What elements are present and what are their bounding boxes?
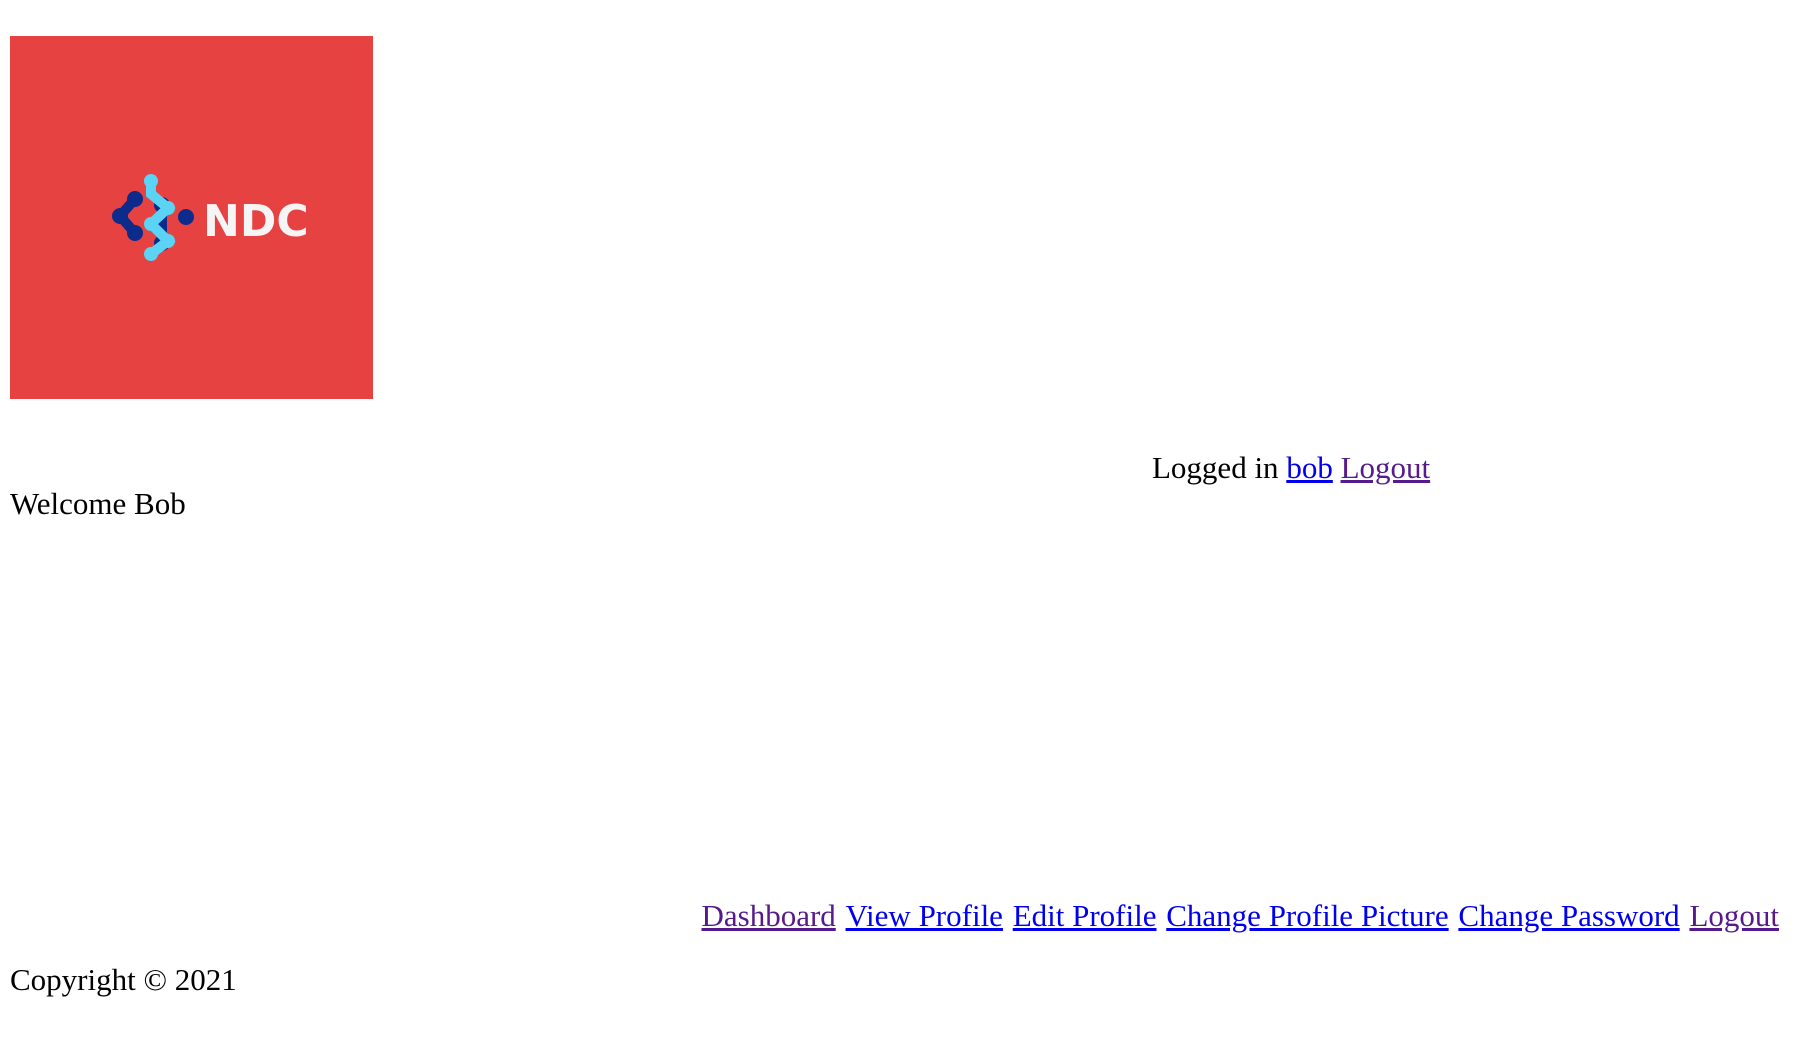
ndc-logo-icon: NDC xyxy=(112,174,309,261)
username-link[interactable]: bob xyxy=(1286,450,1333,485)
header-logout-link[interactable]: Logout xyxy=(1341,450,1431,485)
nav-dashboard-link[interactable]: Dashboard xyxy=(701,898,835,933)
nav-change-profile-picture-link[interactable]: Change Profile Picture xyxy=(1166,898,1448,933)
logo-text: NDC xyxy=(203,196,309,247)
login-status: Logged in bob Logout xyxy=(1152,452,1430,483)
copyright-text: Copyright © 2021 xyxy=(10,962,237,997)
logged-in-label: Logged in xyxy=(1152,450,1279,485)
welcome-message: Welcome Bob xyxy=(10,486,186,521)
ndc-logo: NDC xyxy=(10,36,373,399)
nav-edit-profile-link[interactable]: Edit Profile xyxy=(1013,898,1157,933)
nav-change-password-link[interactable]: Change Password xyxy=(1458,898,1679,933)
bottom-nav: Dashboard View Profile Edit Profile Chan… xyxy=(699,900,1779,931)
nav-view-profile-link[interactable]: View Profile xyxy=(846,898,1003,933)
nav-logout-link[interactable]: Logout xyxy=(1689,898,1779,933)
